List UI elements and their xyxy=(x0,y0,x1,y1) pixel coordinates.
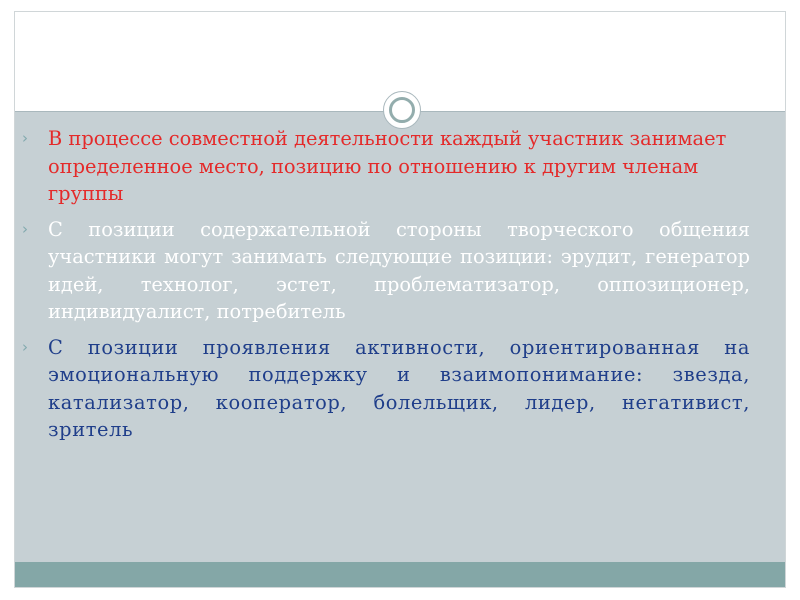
chevron-right-icon: › xyxy=(22,219,28,238)
bullet-list: › В процессе совместной деятельности каж… xyxy=(22,125,750,452)
bullet-text: С позиции содержательной стороны творчес… xyxy=(48,217,750,324)
bullet-text: В процессе совместной деятельности кажды… xyxy=(48,127,727,205)
list-item: › С позиции проявления активности, ориен… xyxy=(22,334,750,444)
list-item: › С позиции содержательной стороны творч… xyxy=(22,216,750,326)
circle-ornament-icon xyxy=(383,91,421,129)
ornament-ring xyxy=(389,97,415,123)
slide: › В процессе совместной деятельности каж… xyxy=(0,0,800,600)
chevron-right-icon: › xyxy=(22,337,28,356)
chevron-right-icon: › xyxy=(22,129,28,147)
list-item: › В процессе совместной деятельности каж… xyxy=(22,125,750,208)
footer-bar xyxy=(15,562,785,587)
bullet-text: С позиции проявления активности, ориенти… xyxy=(48,335,750,442)
